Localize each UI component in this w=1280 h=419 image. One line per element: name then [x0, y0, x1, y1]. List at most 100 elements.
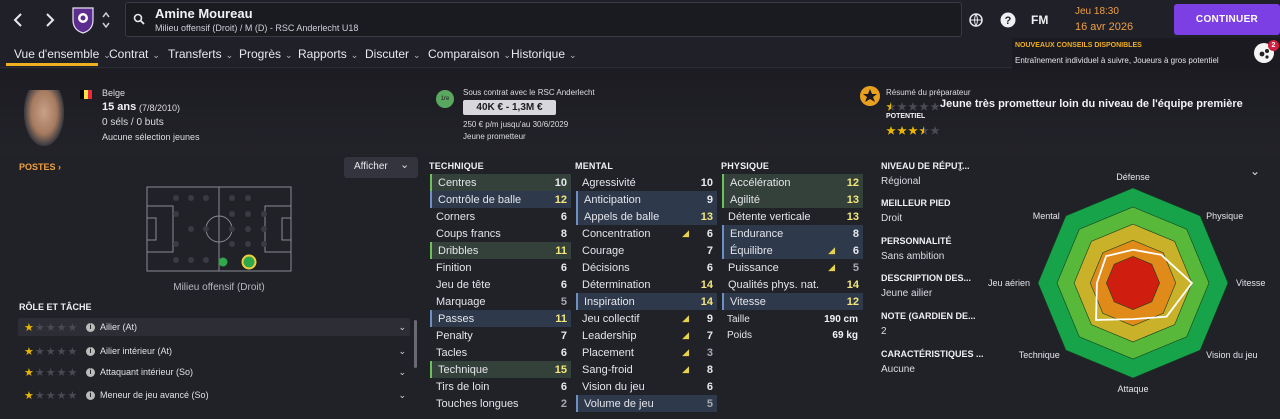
- role-row[interactable]: ★★★★★ i Ailier intérieur (At) ⌄: [18, 342, 410, 360]
- attribute-row[interactable]: Inspiration 14: [576, 293, 717, 310]
- attribute-row[interactable]: Appels de balle 13: [576, 208, 717, 225]
- player-search-bar[interactable]: Amine Moureau Milieu offensif (Droit) / …: [125, 2, 962, 37]
- attribute-row[interactable]: Passes 11: [430, 310, 571, 327]
- attribute-row[interactable]: Endurance 8: [722, 225, 863, 242]
- attribute-row[interactable]: Corners 6: [430, 208, 571, 225]
- attribute-row[interactable]: Décisions 6: [576, 259, 717, 276]
- player-name: Amine Moureau: [155, 6, 253, 21]
- player-avatar: [24, 90, 64, 146]
- chevron-down-icon: ⌄: [225, 50, 234, 60]
- tab-discuss[interactable]: Discuter ⌄: [365, 47, 421, 61]
- training-focus-arrow-icon: ◢: [682, 313, 689, 323]
- tab-transfers[interactable]: Transferts ⌄: [168, 47, 233, 61]
- attribute-row[interactable]: Puissance 5 ◢: [722, 259, 863, 276]
- tab-reports[interactable]: Rapports ⌄: [298, 47, 358, 61]
- attribute-name: Équilibre: [730, 244, 773, 257]
- attribute-row[interactable]: Tacles 6: [430, 344, 571, 361]
- scout-summary: Jeune très prometteur loin du niveau de …: [940, 98, 1243, 110]
- attribute-row[interactable]: Tirs de loin 6: [430, 378, 571, 395]
- attribute-row[interactable]: Vision du jeu 6: [576, 378, 717, 395]
- roles-scrollbar[interactable]: [414, 320, 417, 368]
- attribute-row[interactable]: Équilibre 6 ◢: [722, 242, 863, 259]
- attribute-name: Agressivité: [582, 176, 636, 189]
- attribute-value: 6: [560, 261, 567, 274]
- chevron-down-icon: ⌄: [152, 50, 160, 60]
- attribute-value: 6: [560, 210, 567, 223]
- tab-contract[interactable]: Contrat ⌄: [109, 47, 160, 61]
- tab-overview[interactable]: Vue d'ensemble ⌄: [14, 47, 111, 61]
- ability-stars: [886, 99, 942, 111]
- attribute-row[interactable]: Jeu collectif 9 ◢: [576, 310, 717, 327]
- attribute-row[interactable]: Vitesse 12: [722, 293, 863, 310]
- tab-progress[interactable]: Progrès ⌄: [239, 47, 293, 61]
- notification-text: Entraînement individuel à suivre, Joueur…: [1015, 56, 1219, 65]
- attribute-row[interactable]: Détente verticale 13: [722, 208, 863, 225]
- role-row[interactable]: ★★★★★ i Attaquant intérieur (So) ⌄: [18, 363, 410, 381]
- attribute-value: 15: [554, 363, 567, 376]
- positions-title: POSTES: [19, 162, 56, 172]
- attribute-name: Centres: [438, 176, 477, 189]
- attribute-row[interactable]: Volume de jeu 5: [576, 395, 717, 412]
- attribute-row[interactable]: Technique 15: [430, 361, 571, 378]
- contract-wage: 250 € p/m jusqu'au 30/6/2029: [463, 120, 569, 129]
- attribute-name: Agilité: [730, 193, 760, 206]
- potential-label: POTENTIEL: [886, 113, 926, 120]
- attribute-row[interactable]: Placement 3 ◢: [576, 344, 717, 361]
- attribute-row[interactable]: Jeu de tête 6: [430, 276, 571, 293]
- attribute-name: Puissance: [728, 261, 779, 274]
- attribute-row[interactable]: Dribbles 11: [430, 242, 571, 259]
- attribute-row[interactable]: Anticipation 9: [576, 191, 717, 208]
- help-button[interactable]: ?: [998, 10, 1018, 30]
- attribute-row[interactable]: Finition 6: [430, 259, 571, 276]
- contract-type: Jeune prometteur: [463, 132, 526, 141]
- global-search-button[interactable]: [966, 10, 986, 30]
- attribute-name: Contrôle de balle: [438, 193, 522, 206]
- chevron-down-icon[interactable]: ⌄: [956, 163, 964, 174]
- attribute-row[interactable]: Qualités phys. nat. 14: [722, 276, 863, 293]
- afficher-dropdown[interactable]: Afficher ⌄: [344, 157, 418, 178]
- radar-axis-label: Technique: [1019, 350, 1060, 360]
- info-icon[interactable]: i: [86, 390, 95, 400]
- attribute-name: Marquage: [436, 295, 486, 308]
- attribute-row[interactable]: Coups francs 8: [430, 225, 571, 242]
- attribute-name: Tirs de loin: [436, 380, 490, 393]
- attribute-value: 9: [706, 312, 713, 325]
- chevron-down-icon: ⌄: [398, 321, 406, 332]
- continue-button[interactable]: CONTINUER: [1174, 4, 1280, 35]
- attribute-row[interactable]: Penalty 7: [430, 327, 571, 344]
- attribute-value: 8: [852, 227, 859, 240]
- back-button[interactable]: [8, 10, 28, 30]
- tab-history[interactable]: Historique ⌄: [511, 47, 577, 61]
- attribute-row[interactable]: Contrôle de balle 12: [430, 191, 571, 208]
- info-icon[interactable]: i: [86, 367, 95, 377]
- attribute-row[interactable]: Touches longues 2: [430, 395, 571, 412]
- role-row[interactable]: ★★★★★ i Meneur de jeu avancé (So) ⌄: [18, 386, 410, 404]
- attribute-row[interactable]: Agilité 13: [722, 191, 863, 208]
- attribute-row[interactable]: Centres 10: [430, 174, 571, 191]
- chevron-down-icon: ⌄: [413, 50, 421, 60]
- tab-label: Discuter: [365, 47, 410, 61]
- positions-link[interactable]: POSTES ›: [19, 162, 61, 172]
- fm-menu-button[interactable]: FM: [1031, 13, 1048, 27]
- height-label: Taille: [727, 314, 750, 325]
- crest-up-down-toggle[interactable]: [100, 6, 112, 34]
- forward-button[interactable]: [40, 10, 60, 30]
- notification-title: NOUVEAUX CONSEILS DISPONIBLES: [1015, 42, 1142, 49]
- attribute-name: Vitesse: [730, 295, 766, 308]
- role-row[interactable]: ★★★★★ i Ailier (At) ⌄: [18, 318, 410, 336]
- info-icon[interactable]: i: [86, 346, 95, 356]
- attribute-row[interactable]: Accélération 12: [722, 174, 863, 191]
- svg-text:?: ?: [1005, 15, 1012, 27]
- attribute-row[interactable]: Agressivité 10: [576, 174, 717, 191]
- attribute-row[interactable]: Concentration 6 ◢: [576, 225, 717, 242]
- attribute-row[interactable]: Détermination 14: [576, 276, 717, 293]
- attribute-row[interactable]: Courage 7: [576, 242, 717, 259]
- chevron-down-icon: ⌄: [503, 50, 511, 60]
- info-icon[interactable]: i: [86, 322, 95, 332]
- attribute-row[interactable]: Sang-froid 8 ◢: [576, 361, 717, 378]
- advice-notification[interactable]: NOUVEAUX CONSEILS DISPONIBLES Entraîneme…: [1012, 38, 1280, 70]
- attribute-row[interactable]: Marquage 5: [430, 293, 571, 310]
- attribute-row[interactable]: Leadership 7 ◢: [576, 327, 717, 344]
- attribute-name: Courage: [582, 244, 625, 257]
- tab-comparison[interactable]: Comparaison ⌄: [428, 47, 511, 61]
